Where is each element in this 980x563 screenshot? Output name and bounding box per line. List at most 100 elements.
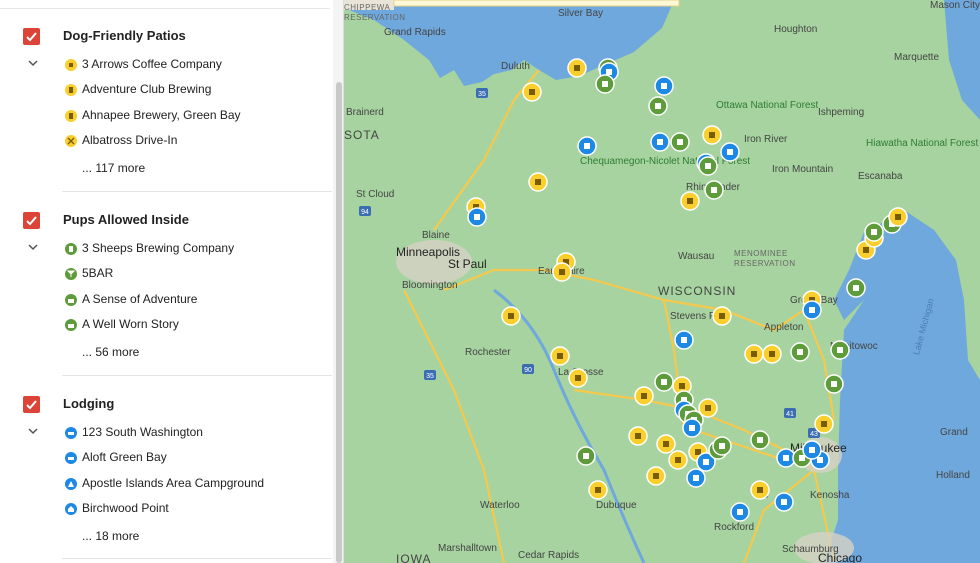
city-label: Rockford (714, 522, 754, 533)
layer-checkbox[interactable] (23, 396, 40, 413)
list-item[interactable]: Birchwood Point (64, 499, 324, 521)
marker-glyph-icon (661, 379, 667, 385)
city-label: Blaine (422, 230, 450, 241)
list-item[interactable]: A Sense of Adventure (64, 290, 324, 312)
city-label: Silver Bay (558, 8, 603, 19)
marker-glyph-icon (719, 443, 725, 449)
layer-title: Pups Allowed Inside (63, 212, 189, 227)
marker-glyph-icon (719, 313, 725, 319)
marker-glyph-icon (508, 313, 514, 319)
list-item-label: Birchwood Point (82, 501, 169, 515)
reservation-label: MENOMINEE (734, 249, 788, 258)
list-item[interactable]: 3 Sheeps Brewing Company (64, 239, 324, 261)
city-label: Iron Mountain (772, 164, 833, 175)
city-label: Appleton (764, 322, 803, 333)
city-label: Grand (940, 427, 968, 438)
marker-glyph-icon (863, 247, 869, 253)
chevron-down-icon[interactable] (27, 425, 39, 437)
list-item[interactable]: Apostle Islands Area Campground (64, 474, 324, 496)
list-item[interactable]: 5BAR (64, 264, 324, 286)
divider (62, 558, 332, 559)
shopping-bag-icon (65, 294, 77, 306)
layer-checkbox[interactable] (23, 212, 40, 229)
list-item-label: 3 Arrows Coffee Company (82, 57, 222, 71)
reservation-label: RESERVATION (734, 259, 796, 268)
marker-glyph-icon (595, 487, 601, 493)
fork-knife-icon (65, 135, 77, 147)
cocktail-icon (65, 268, 77, 280)
bed-icon (65, 452, 77, 464)
house-icon (65, 503, 77, 515)
marker-glyph-icon (635, 433, 641, 439)
forest-label: Ottawa National Forest (716, 100, 818, 111)
chevron-down-icon[interactable] (27, 57, 39, 69)
marker-glyph-icon (693, 475, 699, 481)
svg-text:35: 35 (478, 91, 486, 98)
info-banner[interactable] (393, 0, 680, 7)
marker-glyph-icon (769, 351, 775, 357)
marker-glyph-icon (606, 69, 612, 75)
marker-glyph-icon (535, 179, 541, 185)
state-label-wisconsin: WISCONSIN (658, 284, 736, 298)
list-item-label: A Well Worn Story (82, 317, 179, 331)
more-link[interactable]: ... 117 more (82, 161, 145, 175)
svg-text:90: 90 (524, 367, 532, 374)
list-item[interactable]: Aloft Green Bay (64, 448, 324, 470)
marker-glyph-icon (705, 163, 711, 169)
marker-glyph-icon (871, 229, 877, 235)
city-st-paul: St Paul (448, 257, 487, 271)
marker-glyph-icon (837, 347, 843, 353)
marker-glyph-icon (655, 103, 661, 109)
list-item[interactable]: Adventure Club Brewing (64, 80, 324, 102)
more-link[interactable]: ... 56 more (82, 345, 139, 359)
city-label: Schaumburg (782, 544, 839, 555)
more-link[interactable]: ... 18 more (82, 529, 139, 543)
svg-text:35: 35 (426, 373, 434, 380)
svg-text:41: 41 (786, 411, 794, 418)
marker-glyph-icon (737, 509, 743, 515)
map-canvas[interactable]: WISCONSIN SOTA IOWA Minneapolis St Paul … (344, 0, 980, 563)
marker-glyph-icon (602, 81, 608, 87)
city-label: Dubuque (596, 500, 637, 511)
city-label: St Cloud (356, 189, 394, 200)
list-item[interactable]: Albatross Drive-In (64, 131, 324, 153)
divider (62, 191, 332, 192)
marker-glyph-icon (727, 149, 733, 155)
city-label: Bloomington (402, 280, 458, 291)
layer-checkbox[interactable] (23, 28, 40, 45)
chevron-down-icon[interactable] (27, 241, 39, 253)
city-label: Iron River (744, 134, 788, 145)
list-item-label: A Sense of Adventure (82, 292, 198, 306)
marker-glyph-icon (529, 89, 535, 95)
marker-glyph-icon (663, 441, 669, 447)
marker-glyph-icon (679, 383, 685, 389)
state-label-minnesota: SOTA (344, 128, 380, 142)
list-item[interactable]: 3 Arrows Coffee Company (64, 55, 324, 77)
layer-title: Dog-Friendly Patios (63, 28, 186, 43)
city-label: Escanaba (858, 171, 903, 182)
marker-glyph-icon (757, 487, 763, 493)
list-item[interactable]: A Well Worn Story (64, 315, 324, 337)
marker-glyph-icon (657, 139, 663, 145)
marker-glyph-icon (653, 473, 659, 479)
list-item[interactable]: Ahnapee Brewery, Green Bay (64, 106, 324, 128)
list-item[interactable]: 123 South Washington (64, 423, 324, 445)
marker-glyph-icon (689, 425, 695, 431)
marker-glyph-icon (831, 381, 837, 387)
scrollbar-thumb[interactable] (336, 82, 342, 563)
list-item-label: 3 Sheeps Brewing Company (82, 241, 235, 255)
marker-glyph-icon (797, 349, 803, 355)
reservation-label: RESERVATION (344, 13, 406, 22)
city-label: Marquette (894, 52, 939, 63)
list-item-label: Apostle Islands Area Campground (82, 476, 265, 490)
marker-glyph-icon (584, 143, 590, 149)
shopping-bag-icon (65, 319, 77, 331)
city-label: Holland (936, 470, 970, 481)
marker-glyph-icon (853, 285, 859, 291)
city-label: Cedar Rapids (518, 550, 579, 561)
panel-top-divider (0, 0, 330, 9)
marker-glyph-icon (695, 449, 701, 455)
marker-glyph-icon (817, 457, 823, 463)
map-view[interactable]: WISCONSIN SOTA IOWA Minneapolis St Paul … (344, 0, 980, 563)
list-item-label: Adventure Club Brewing (82, 82, 212, 96)
